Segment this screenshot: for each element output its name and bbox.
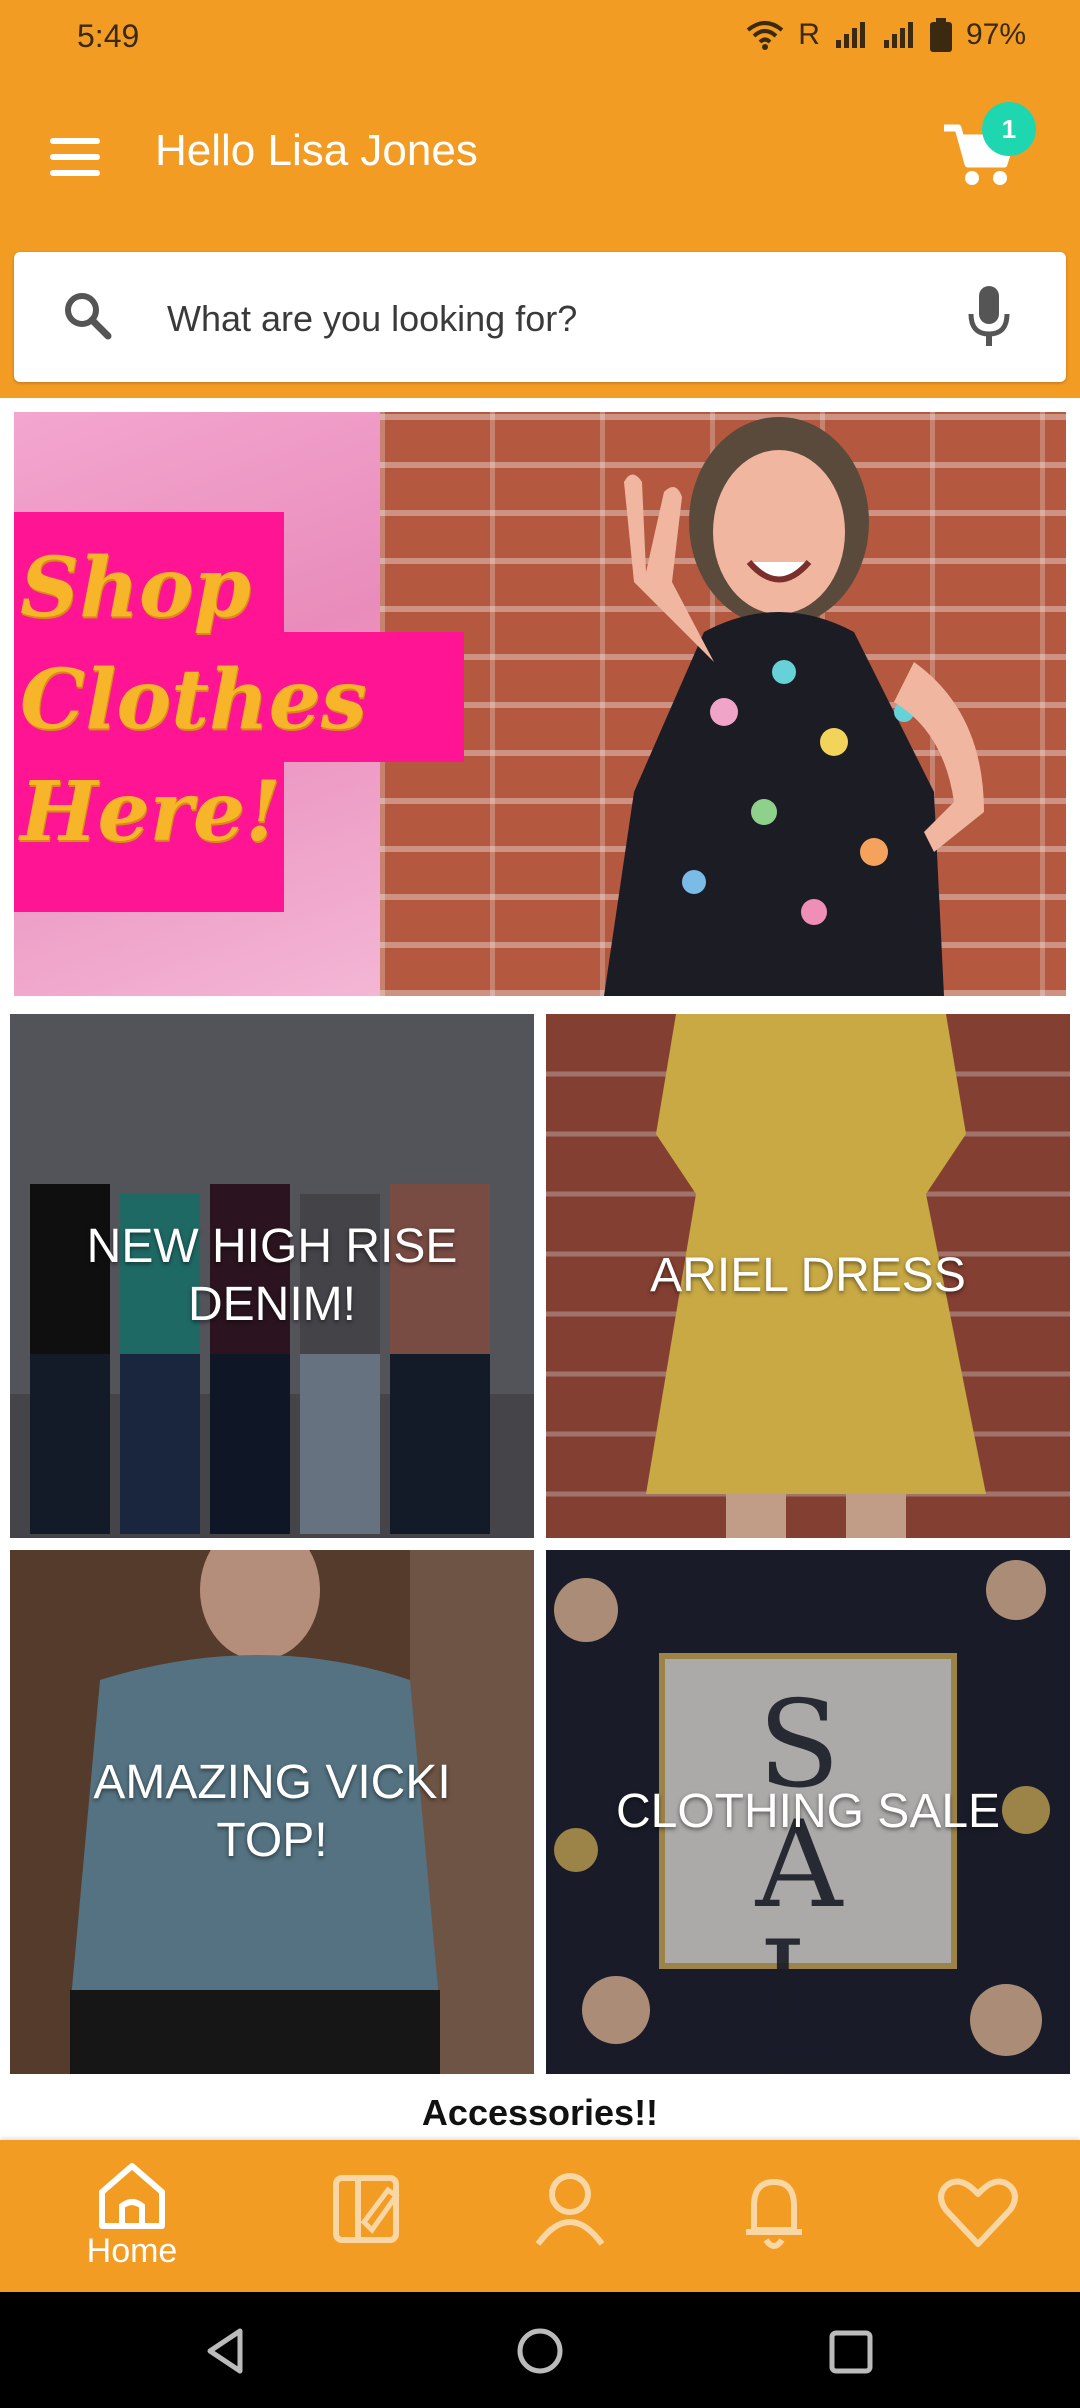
status-time: 5:49 bbox=[77, 18, 140, 54]
wifi-icon bbox=[747, 21, 784, 50]
nav-profile[interactable] bbox=[510, 2160, 630, 2280]
home-circle-icon[interactable] bbox=[514, 2325, 566, 2377]
tile-title: AMAZING VICKI TOP! bbox=[93, 1756, 451, 1867]
nav-notifications[interactable] bbox=[714, 2160, 834, 2280]
menu-icon[interactable] bbox=[48, 132, 106, 182]
greeting-title: Hello Lisa Jones bbox=[155, 126, 478, 175]
home-icon bbox=[99, 2163, 165, 2229]
nav-home-label: Home bbox=[86, 2232, 178, 2270]
tile-title: CLOTHING SALE bbox=[615, 1785, 1001, 1838]
battery-level: 97% bbox=[965, 18, 1026, 51]
tile-title: ARIEL DRESS bbox=[650, 1249, 966, 1302]
recents-icon[interactable] bbox=[826, 2327, 876, 2377]
tile-title: NEW HIGH RISE DENIM! bbox=[86, 1220, 458, 1331]
cart-count-badge: 1 bbox=[982, 102, 1036, 156]
status-icons: R 97% bbox=[746, 18, 1026, 52]
heart-icon bbox=[938, 2178, 1018, 2247]
hero-banner[interactable]: Shop Clothes Here! bbox=[14, 412, 1066, 996]
back-icon[interactable] bbox=[200, 2325, 252, 2377]
category-tile-denim[interactable]: NEW HIGH RISE DENIM! bbox=[10, 1014, 534, 1538]
network-label: R bbox=[798, 18, 820, 51]
bell-icon bbox=[746, 2179, 802, 2249]
nav-catalog[interactable] bbox=[306, 2160, 426, 2280]
catalog-icon bbox=[333, 2175, 400, 2243]
nav-favorites[interactable] bbox=[918, 2160, 1038, 2280]
battery-icon bbox=[929, 18, 952, 52]
search-icon[interactable] bbox=[62, 290, 112, 340]
profile-icon bbox=[535, 2173, 605, 2246]
signal-icon bbox=[883, 22, 913, 48]
category-tile-clothing-sale[interactable]: SALE CLOTHING SALE bbox=[546, 1550, 1070, 2074]
hero-text: Shop Clothes Here! bbox=[20, 540, 367, 860]
section-title: Accessories!! bbox=[421, 2092, 659, 2132]
search-input[interactable] bbox=[165, 292, 929, 346]
microphone-icon[interactable] bbox=[968, 286, 1010, 348]
model-photo bbox=[604, 417, 984, 996]
category-tile-ariel-dress[interactable]: ARIEL DRESS bbox=[546, 1014, 1070, 1538]
signal-icon bbox=[835, 22, 865, 48]
category-tile-vicki-top[interactable]: AMAZING VICKI TOP! bbox=[10, 1550, 534, 2074]
